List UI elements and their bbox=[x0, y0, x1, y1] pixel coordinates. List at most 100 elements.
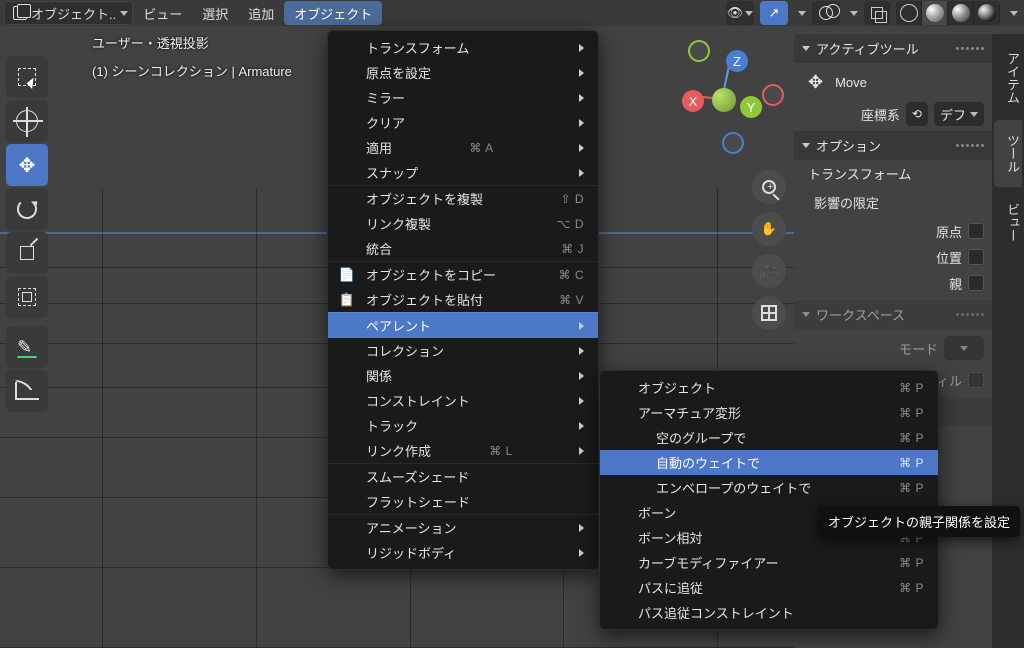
menu-item[interactable]: 空のグループで⌘ P bbox=[600, 425, 938, 450]
camera-button[interactable]: 🎥 bbox=[752, 254, 786, 288]
zoom-button[interactable]: + bbox=[752, 170, 786, 204]
menu-item[interactable]: パスに追従⌘ P bbox=[600, 575, 938, 600]
shade-wireframe[interactable] bbox=[896, 1, 922, 25]
tool-select[interactable] bbox=[6, 56, 48, 98]
menu-選択[interactable]: 選択 bbox=[192, 1, 238, 25]
chevron-down-icon[interactable] bbox=[798, 11, 806, 16]
pencil-icon: ✎ bbox=[17, 337, 37, 358]
menu-item[interactable]: 📋オブジェクトを貼付⌘ V bbox=[328, 287, 598, 312]
move-icon: ✥ bbox=[19, 153, 36, 178]
menu-item-label: 関係 bbox=[366, 366, 392, 385]
mode-select[interactable]: オブジェクト.. bbox=[4, 1, 133, 25]
menu-item[interactable]: オブジェクト⌘ P bbox=[600, 375, 938, 400]
zoom-icon: + bbox=[762, 180, 776, 194]
menu-item-label: スナップ bbox=[366, 163, 418, 182]
menu-item-label: クリア bbox=[366, 113, 405, 132]
menu-item[interactable]: エンベロープのウェイトで⌘ P bbox=[600, 475, 938, 500]
menu-item[interactable]: コレクション bbox=[328, 338, 598, 363]
menu-item[interactable]: コンストレイント bbox=[328, 388, 598, 413]
tab-ビュー[interactable]: ビュー bbox=[994, 189, 1022, 256]
tool-annotate[interactable]: ✎ bbox=[6, 326, 48, 368]
menu-item[interactable]: アニメーション bbox=[328, 514, 598, 540]
menu-item[interactable]: カーブモディファイアー⌘ P bbox=[600, 550, 938, 575]
axis-center[interactable] bbox=[712, 88, 736, 112]
orientation-icon-button[interactable]: ⟲ bbox=[906, 102, 928, 126]
shade-matcap[interactable] bbox=[948, 1, 974, 25]
menu-item[interactable]: リジッドボディ bbox=[328, 540, 598, 565]
menu-item[interactable]: クリア bbox=[328, 110, 598, 135]
submenu-arrow-icon bbox=[579, 69, 584, 77]
menu-item[interactable]: リンク複製⌥ D bbox=[328, 211, 598, 236]
menu-追加[interactable]: 追加 bbox=[238, 1, 284, 25]
tooltip: オブジェクトの親子関係を設定 bbox=[818, 506, 1020, 537]
panel-active-tool-head[interactable]: アクティブツール bbox=[794, 34, 992, 63]
axis-z[interactable]: Z bbox=[726, 50, 748, 72]
menu-item[interactable]: ミラー bbox=[328, 85, 598, 110]
panel-workspace-head[interactable]: ワークスペース bbox=[794, 300, 992, 329]
tool-move[interactable]: ✥ bbox=[6, 144, 48, 186]
menu-item[interactable]: パス追従コンストレイント bbox=[600, 600, 938, 625]
axis-neg-x[interactable] bbox=[762, 84, 784, 106]
eye-icon: 👁 bbox=[727, 5, 744, 21]
gizmo-toggle[interactable]: ↗ bbox=[760, 1, 788, 25]
panel-transform-head[interactable]: トランスフォーム bbox=[802, 160, 992, 187]
tool-cursor[interactable] bbox=[6, 100, 48, 142]
shade-render[interactable] bbox=[974, 1, 1000, 25]
affect-checkbox[interactable] bbox=[968, 249, 984, 265]
menu-item[interactable]: 📄オブジェクトをコピー⌘ C bbox=[328, 261, 598, 287]
perspective-button[interactable] bbox=[752, 296, 786, 330]
axis-x[interactable]: X bbox=[682, 90, 704, 112]
menu-item-label: パスに追従 bbox=[638, 578, 703, 597]
tool-scale[interactable] bbox=[6, 232, 48, 274]
menu-item-label: パス追従コンストレイント bbox=[638, 603, 794, 622]
menu-item[interactable]: スナップ bbox=[328, 160, 598, 185]
menu-ビュー[interactable]: ビュー bbox=[133, 1, 192, 25]
submenu-arrow-icon bbox=[579, 322, 584, 330]
chevron-down-icon[interactable] bbox=[850, 11, 858, 16]
fill-checkbox[interactable] bbox=[968, 372, 984, 388]
mode-select-label: オブジェクト.. bbox=[31, 4, 116, 23]
menu-item-shortcut: ⌘ A bbox=[469, 141, 493, 155]
menu-オブジェクト[interactable]: オブジェクト bbox=[284, 1, 382, 25]
panel-options-head[interactable]: オプション bbox=[794, 131, 992, 160]
menu-item[interactable]: 原点を設定 bbox=[328, 60, 598, 85]
xray-button[interactable] bbox=[864, 1, 890, 25]
shade-solid[interactable] bbox=[922, 1, 948, 25]
menu-item[interactable]: トランスフォーム bbox=[328, 35, 598, 60]
submenu-arrow-icon bbox=[579, 44, 584, 52]
menu-item[interactable]: 適用⌘ A bbox=[328, 135, 598, 160]
tab-アイテム[interactable]: アイテム bbox=[994, 38, 1022, 118]
menu-item[interactable]: アーマチュア変形⌘ P bbox=[600, 400, 938, 425]
affect-checkbox[interactable] bbox=[968, 223, 984, 239]
menu-item[interactable]: 関係 bbox=[328, 363, 598, 388]
menu-item[interactable]: 統合⌘ J bbox=[328, 236, 598, 261]
axis-neg-y[interactable] bbox=[688, 40, 710, 62]
toolbar: ✥ ✎ bbox=[6, 56, 50, 412]
menu-item[interactable]: 自動のウェイトで⌘ P bbox=[600, 450, 938, 475]
tool-name: Move bbox=[835, 75, 867, 90]
navigation-gizmo[interactable]: Y X Z bbox=[664, 40, 784, 160]
select-box-icon bbox=[18, 68, 36, 86]
menu-item[interactable]: ペアレント bbox=[328, 312, 598, 338]
affect-checkbox[interactable] bbox=[968, 275, 984, 291]
menu-item[interactable]: トラック bbox=[328, 413, 598, 438]
tool-transform[interactable] bbox=[6, 276, 48, 318]
pan-button[interactable]: ✋ bbox=[752, 212, 786, 246]
menu-item-label: コレクション bbox=[366, 341, 444, 360]
mode-select[interactable] bbox=[944, 336, 984, 360]
tool-measure[interactable] bbox=[6, 370, 48, 412]
tab-ツール[interactable]: ツール bbox=[994, 120, 1022, 187]
menu-item[interactable]: フラットシェード bbox=[328, 489, 598, 514]
disclosure-icon bbox=[802, 46, 810, 51]
chevron-down-icon[interactable] bbox=[1010, 11, 1018, 16]
tool-rotate[interactable] bbox=[6, 188, 48, 230]
menu-item[interactable]: リンク作成⌘ L bbox=[328, 438, 598, 463]
menu-item[interactable]: スムーズシェード bbox=[328, 463, 598, 489]
overlay-button[interactable] bbox=[812, 1, 840, 25]
object-menu: トランスフォーム原点を設定ミラークリア適用⌘ A スナップオブジェクトを複製⇧ D… bbox=[327, 30, 599, 570]
axis-neg-z[interactable] bbox=[722, 132, 744, 154]
visibility-button[interactable]: 👁 bbox=[726, 1, 754, 25]
menu-item[interactable]: オブジェクトを複製⇧ D bbox=[328, 185, 598, 211]
axis-y[interactable]: Y bbox=[740, 96, 762, 118]
orientation-select[interactable]: デフ bbox=[934, 102, 984, 126]
